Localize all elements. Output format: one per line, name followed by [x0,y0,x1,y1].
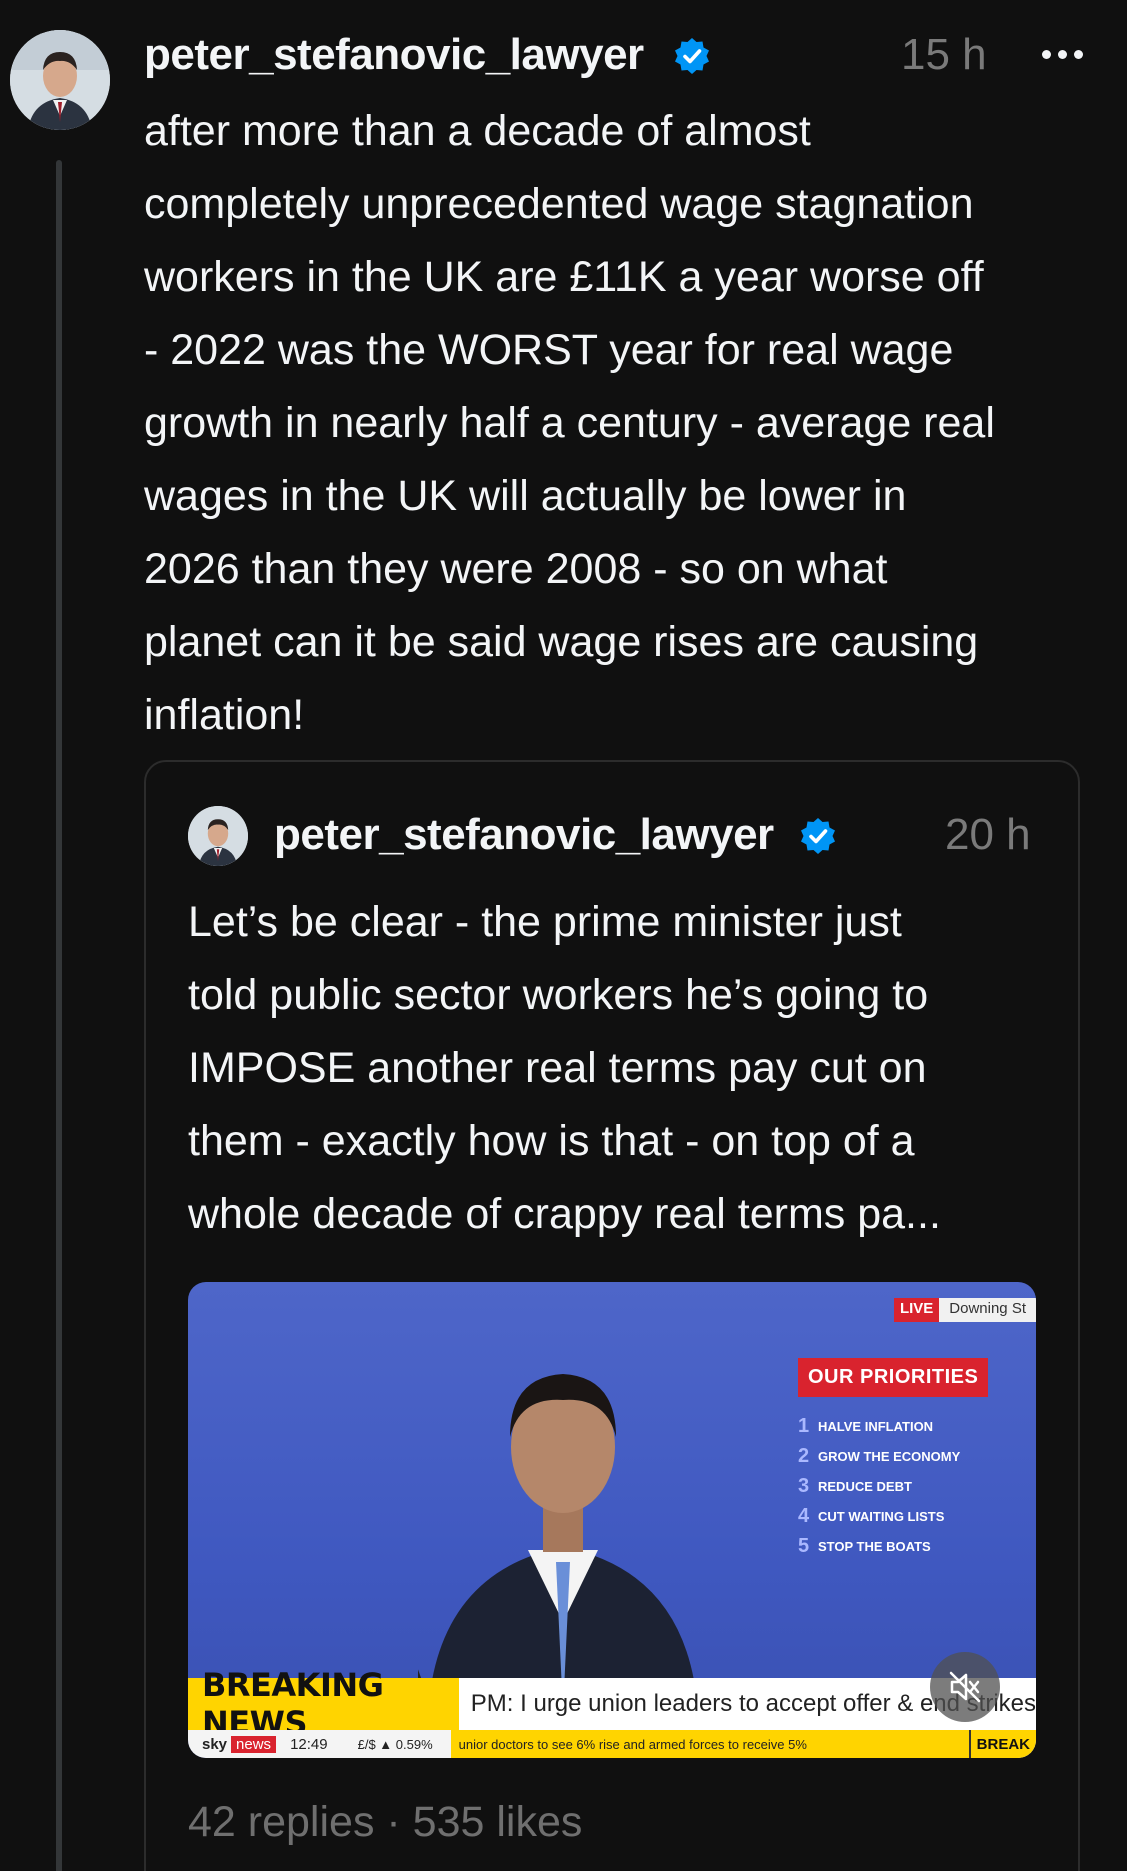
post-timestamp: 15 h [901,30,987,79]
priority-item: 3 REDUCE DEBT [798,1474,912,1497]
ticker-bar: sky news 12:49 £/$ ▲ 0.59% unior doctors… [188,1730,1036,1758]
ticker-fx: £/$ ▲ 0.59% [357,1736,433,1752]
priority-item: 4 CUT WAITING LISTS [798,1504,945,1527]
location-label: Downing St [939,1298,1036,1322]
verified-badge-icon [801,818,835,854]
quoted-body-text: Let’s be clear - the prime minister just… [188,898,941,1238]
quoted-username[interactable]: peter_stefanovic_lawyer [274,810,774,860]
breaking-banner: BREAKING NEWS PM: I urge union leaders t… [188,1666,1036,1742]
post-body-text: after more than a decade of almost compl… [144,107,995,739]
ticker-break-label: BREAK [968,1730,1036,1758]
priority-item: 1 HALVE INFLATION [798,1414,934,1437]
channel-logo-news: news [231,1735,277,1753]
breaking-label: BREAKING NEWS [188,1666,459,1742]
priorities-title: OUR PRIORITIES [798,1358,989,1397]
priority-item: 2 GROW THE ECONOMY [798,1444,961,1467]
speaker-muted-icon[interactable] [930,1652,1000,1722]
post-username[interactable]: peter_stefanovic_lawyer [144,30,644,80]
video-player[interactable]: LIVE Downing St OUR PRIORITIES 1 HALVE IN… [188,1282,1036,1758]
post-author-avatar[interactable] [10,30,110,130]
thread-line [56,160,62,1871]
ticker-clock: 12:49 [290,1735,328,1753]
speaker-figure [418,1374,698,1712]
post-header: peter_stefanovic_lawyer 15 h [144,28,1094,84]
news-ticker: BREAKING NEWS PM: I urge union leaders t… [188,1666,1036,1758]
priority-item: 5 STOP THE BOATS [798,1534,931,1557]
quoted-stats[interactable]: 42 replies · 535 likes [188,1798,582,1847]
quoted-timestamp: 20 h [945,810,1031,859]
priorities-panel: OUR PRIORITIES 1 HALVE INFLATION 2 GROW TH… [798,1358,1028,1561]
verified-badge-icon [675,38,709,74]
live-badge: LIVE Downing St [893,1298,1036,1322]
live-label: LIVE [893,1298,940,1322]
channel-logo-sky: sky [202,1735,228,1753]
quoted-author-avatar[interactable] [188,806,248,866]
ticker-crawl: unior doctors to see 6% rise and armed f… [450,1730,969,1758]
quoted-post-card[interactable]: peter_stefanovic_lawyer 20 h Let’s be cl… [144,760,1080,1871]
more-horizontal-icon[interactable] [1032,28,1092,80]
